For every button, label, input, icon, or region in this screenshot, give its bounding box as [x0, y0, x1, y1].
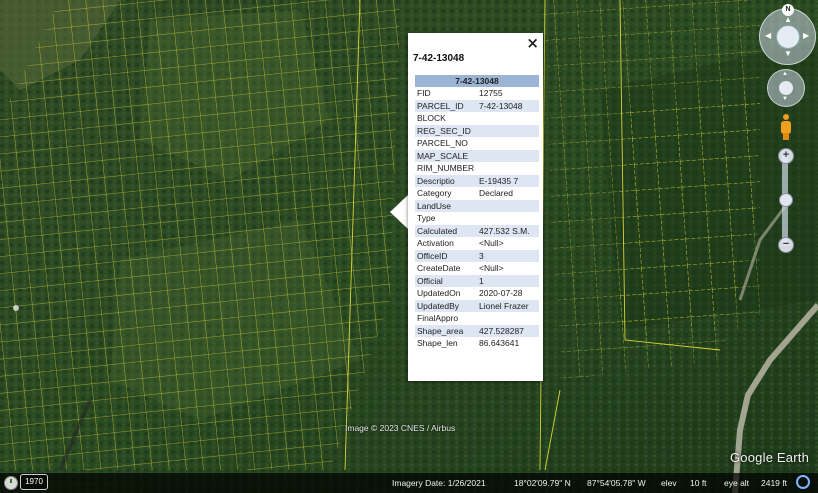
attribute-value: 12755	[479, 88, 503, 99]
streaming-status-icon	[796, 475, 810, 489]
attribute-row: Calculated 427.532 S.M.	[415, 224, 539, 237]
attribute-row: Type	[415, 212, 539, 225]
pegman-icon[interactable]	[780, 114, 792, 140]
attribute-key: Shape_len	[417, 338, 458, 349]
attribute-value	[477, 212, 539, 225]
status-bar: 1970 Imagery Date: 1/26/2021 18°02'09.79…	[0, 473, 818, 493]
attribute-key: BLOCK	[417, 113, 446, 124]
attribute-value	[477, 149, 539, 162]
attribute-row: MAP_SCALE	[415, 149, 539, 162]
attribute-key: Descriptio	[415, 174, 477, 187]
attribute-key: OfficeID	[415, 249, 477, 262]
popup-title: 7-42-13048	[413, 53, 465, 64]
attribute-value	[477, 137, 539, 150]
attribute-row: OfficeID 3	[415, 249, 539, 262]
chevron-left-icon[interactable]: ◀	[765, 31, 771, 40]
latitude-readout: 18°02'09.79" N	[514, 478, 571, 488]
attribute-value	[477, 162, 539, 175]
imagery-copyright: Image © 2023 CNES / Airbus	[345, 423, 456, 433]
eye-altitude-value: 2419 ft	[761, 478, 787, 488]
attribute-key: RIM_NUMBER	[417, 163, 475, 174]
attribute-row: Official 1	[415, 274, 539, 287]
attribute-row: Activation <Null>	[415, 237, 539, 250]
attribute-value: 3	[477, 249, 539, 262]
elevation-value: 10 ft	[690, 478, 707, 488]
elevation-label: elev	[661, 478, 677, 488]
attribute-key: FinalAppro	[417, 313, 459, 324]
compass-ring-icon[interactable]: N ▲ ▼ ◀ ▶	[759, 4, 816, 65]
attribute-value: <Null>	[479, 263, 504, 274]
chevron-down-icon[interactable]: ▼	[784, 49, 792, 58]
attribute-value: 1	[477, 274, 539, 287]
attribute-value	[477, 124, 539, 137]
attribute-row: BLOCK	[415, 112, 539, 125]
attribute-key: LandUse	[415, 199, 477, 212]
attribute-row: Descriptio E-19435 7	[415, 174, 539, 187]
attribute-value: <Null>	[479, 238, 504, 249]
attribute-key: Shape_area	[415, 324, 477, 337]
attribute-key: UpdatedOn	[417, 288, 461, 299]
attribute-table-header: 7-42-13048	[415, 75, 539, 87]
attribute-key: Official	[415, 274, 477, 287]
attribute-value	[477, 112, 539, 125]
attribute-row: UpdatedBy Lionel Frazer	[415, 299, 539, 312]
attribute-row: LandUse	[415, 199, 539, 212]
zoom-in-button[interactable]: +	[778, 148, 794, 164]
attribute-row: Category Declared	[415, 187, 539, 200]
attribute-table: 7-42-13048 FID 12755 PARCEL_ID 7-42-13048 BL…	[415, 75, 539, 350]
zoom-out-button[interactable]: −	[778, 237, 794, 253]
attribute-key: PARCEL_NO	[417, 138, 468, 149]
attribute-key: CreateDate	[417, 263, 461, 274]
popup-pointer	[390, 195, 408, 229]
attribute-row: PARCEL_NO	[415, 137, 539, 150]
attribute-row: FinalAppro	[415, 312, 539, 325]
attribute-key: MAP_SCALE	[415, 149, 477, 162]
attribute-row: Shape_len 86.643641	[415, 337, 539, 350]
attribute-key: PARCEL_ID	[415, 99, 477, 112]
attribute-key: Category	[417, 188, 452, 199]
attribute-key: Type	[417, 213, 436, 224]
attribute-value: 427.528287	[477, 324, 539, 337]
attribute-value	[477, 312, 539, 325]
attribute-row: RIM_NUMBER	[415, 162, 539, 175]
chevron-down-icon[interactable]: ▼	[782, 96, 788, 102]
attribute-row: PARCEL_ID 7-42-13048	[415, 99, 539, 112]
eye-altitude-label: eye alt	[724, 478, 750, 488]
attribute-row: UpdatedOn 2020-07-28	[415, 287, 539, 300]
attribute-value: 2020-07-28	[479, 288, 523, 299]
attribute-row: REG_SEC_ID	[415, 124, 539, 137]
look-joystick-icon[interactable]: ▲ ▼	[767, 69, 805, 107]
attribute-key: Calculated	[415, 224, 477, 237]
attribute-key: REG_SEC_ID	[415, 124, 477, 137]
attribute-key: UpdatedBy	[415, 299, 477, 312]
attribute-value: Declared	[479, 188, 514, 199]
attribute-value: 86.643641	[479, 338, 520, 349]
chevron-up-icon[interactable]: ▲	[784, 15, 792, 24]
attribute-row: Shape_area 427.528287	[415, 324, 539, 337]
zoom-slider-thumb[interactable]	[779, 193, 793, 207]
attribute-value	[477, 199, 539, 212]
attribute-value: 7-42-13048	[477, 99, 539, 112]
attribute-value: E-19435 7	[477, 174, 539, 187]
historical-year[interactable]: 1970	[20, 474, 48, 490]
feature-info-popup: × 7-42-13048 7-42-13048 FID 12755 PARCEL_I…	[408, 33, 543, 381]
attribute-key: FID	[417, 88, 431, 99]
attribute-value: 427.532 S.M.	[477, 224, 539, 237]
google-earth-logo: Google Earth	[730, 450, 810, 465]
historical-imagery-icon[interactable]	[4, 476, 18, 490]
attribute-row: CreateDate <Null>	[415, 262, 539, 275]
longitude-readout: 87°54'05.78" W	[587, 478, 646, 488]
chevron-right-icon[interactable]: ▶	[803, 31, 809, 40]
imagery-date: Imagery Date: 1/26/2021	[392, 478, 486, 488]
attribute-key: Activation	[417, 238, 454, 249]
attribute-value: Lionel Frazer	[477, 299, 539, 312]
close-icon[interactable]: ×	[526, 35, 539, 51]
attribute-row: FID 12755	[415, 87, 539, 100]
hand-icon[interactable]	[779, 81, 793, 95]
eye-icon[interactable]	[776, 25, 800, 49]
chevron-up-icon[interactable]: ▲	[782, 71, 788, 77]
